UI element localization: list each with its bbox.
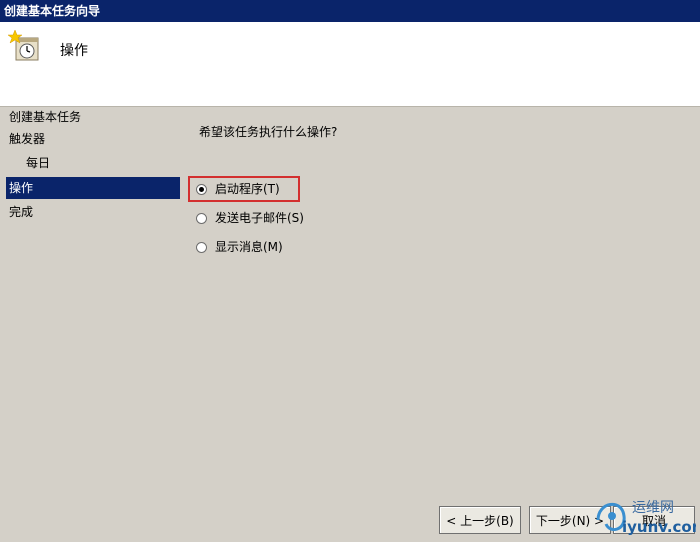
site-watermark-logo: 运维网 iyunv.com	[596, 500, 696, 536]
sidebar-item-finish[interactable]: 完成	[6, 201, 180, 223]
sidebar-item-daily[interactable]: 每日	[6, 152, 180, 174]
wizard-steps-sidebar: 创建基本任务 触发器 每日 操作 完成	[0, 106, 180, 542]
watermark-url: iyunv.com	[622, 518, 696, 536]
option-start-program-label: 启动程序(T)	[215, 182, 280, 196]
page-title: 操作	[60, 43, 88, 59]
option-start-program[interactable]: 启动程序(T)	[196, 179, 280, 199]
option-send-email[interactable]: 发送电子邮件(S)	[196, 208, 304, 228]
option-send-email-label: 发送电子邮件(S)	[215, 211, 304, 225]
radio-start-program[interactable]	[196, 183, 207, 195]
wizard-header: 操作	[0, 22, 700, 107]
sidebar-item-trigger[interactable]: 触发器	[6, 128, 180, 150]
option-display-message-label: 显示消息(M)	[215, 240, 283, 254]
action-question: 希望该任务执行什么操作?	[199, 125, 338, 139]
radio-send-email[interactable]	[196, 212, 207, 224]
watermark-title: 运维网	[632, 500, 674, 516]
window-title: 创建基本任务向导	[4, 4, 101, 18]
radio-display-message[interactable]	[196, 241, 207, 253]
back-button[interactable]: < 上一步(B)	[439, 506, 521, 534]
option-display-message[interactable]: 显示消息(M)	[196, 237, 283, 257]
sidebar-item-create-basic-task[interactable]: 创建基本任务	[6, 106, 180, 128]
scheduled-task-clock-icon	[8, 30, 39, 61]
window-titlebar[interactable]: 创建基本任务向导	[0, 0, 700, 22]
sidebar-item-action[interactable]: 操作	[6, 177, 180, 199]
